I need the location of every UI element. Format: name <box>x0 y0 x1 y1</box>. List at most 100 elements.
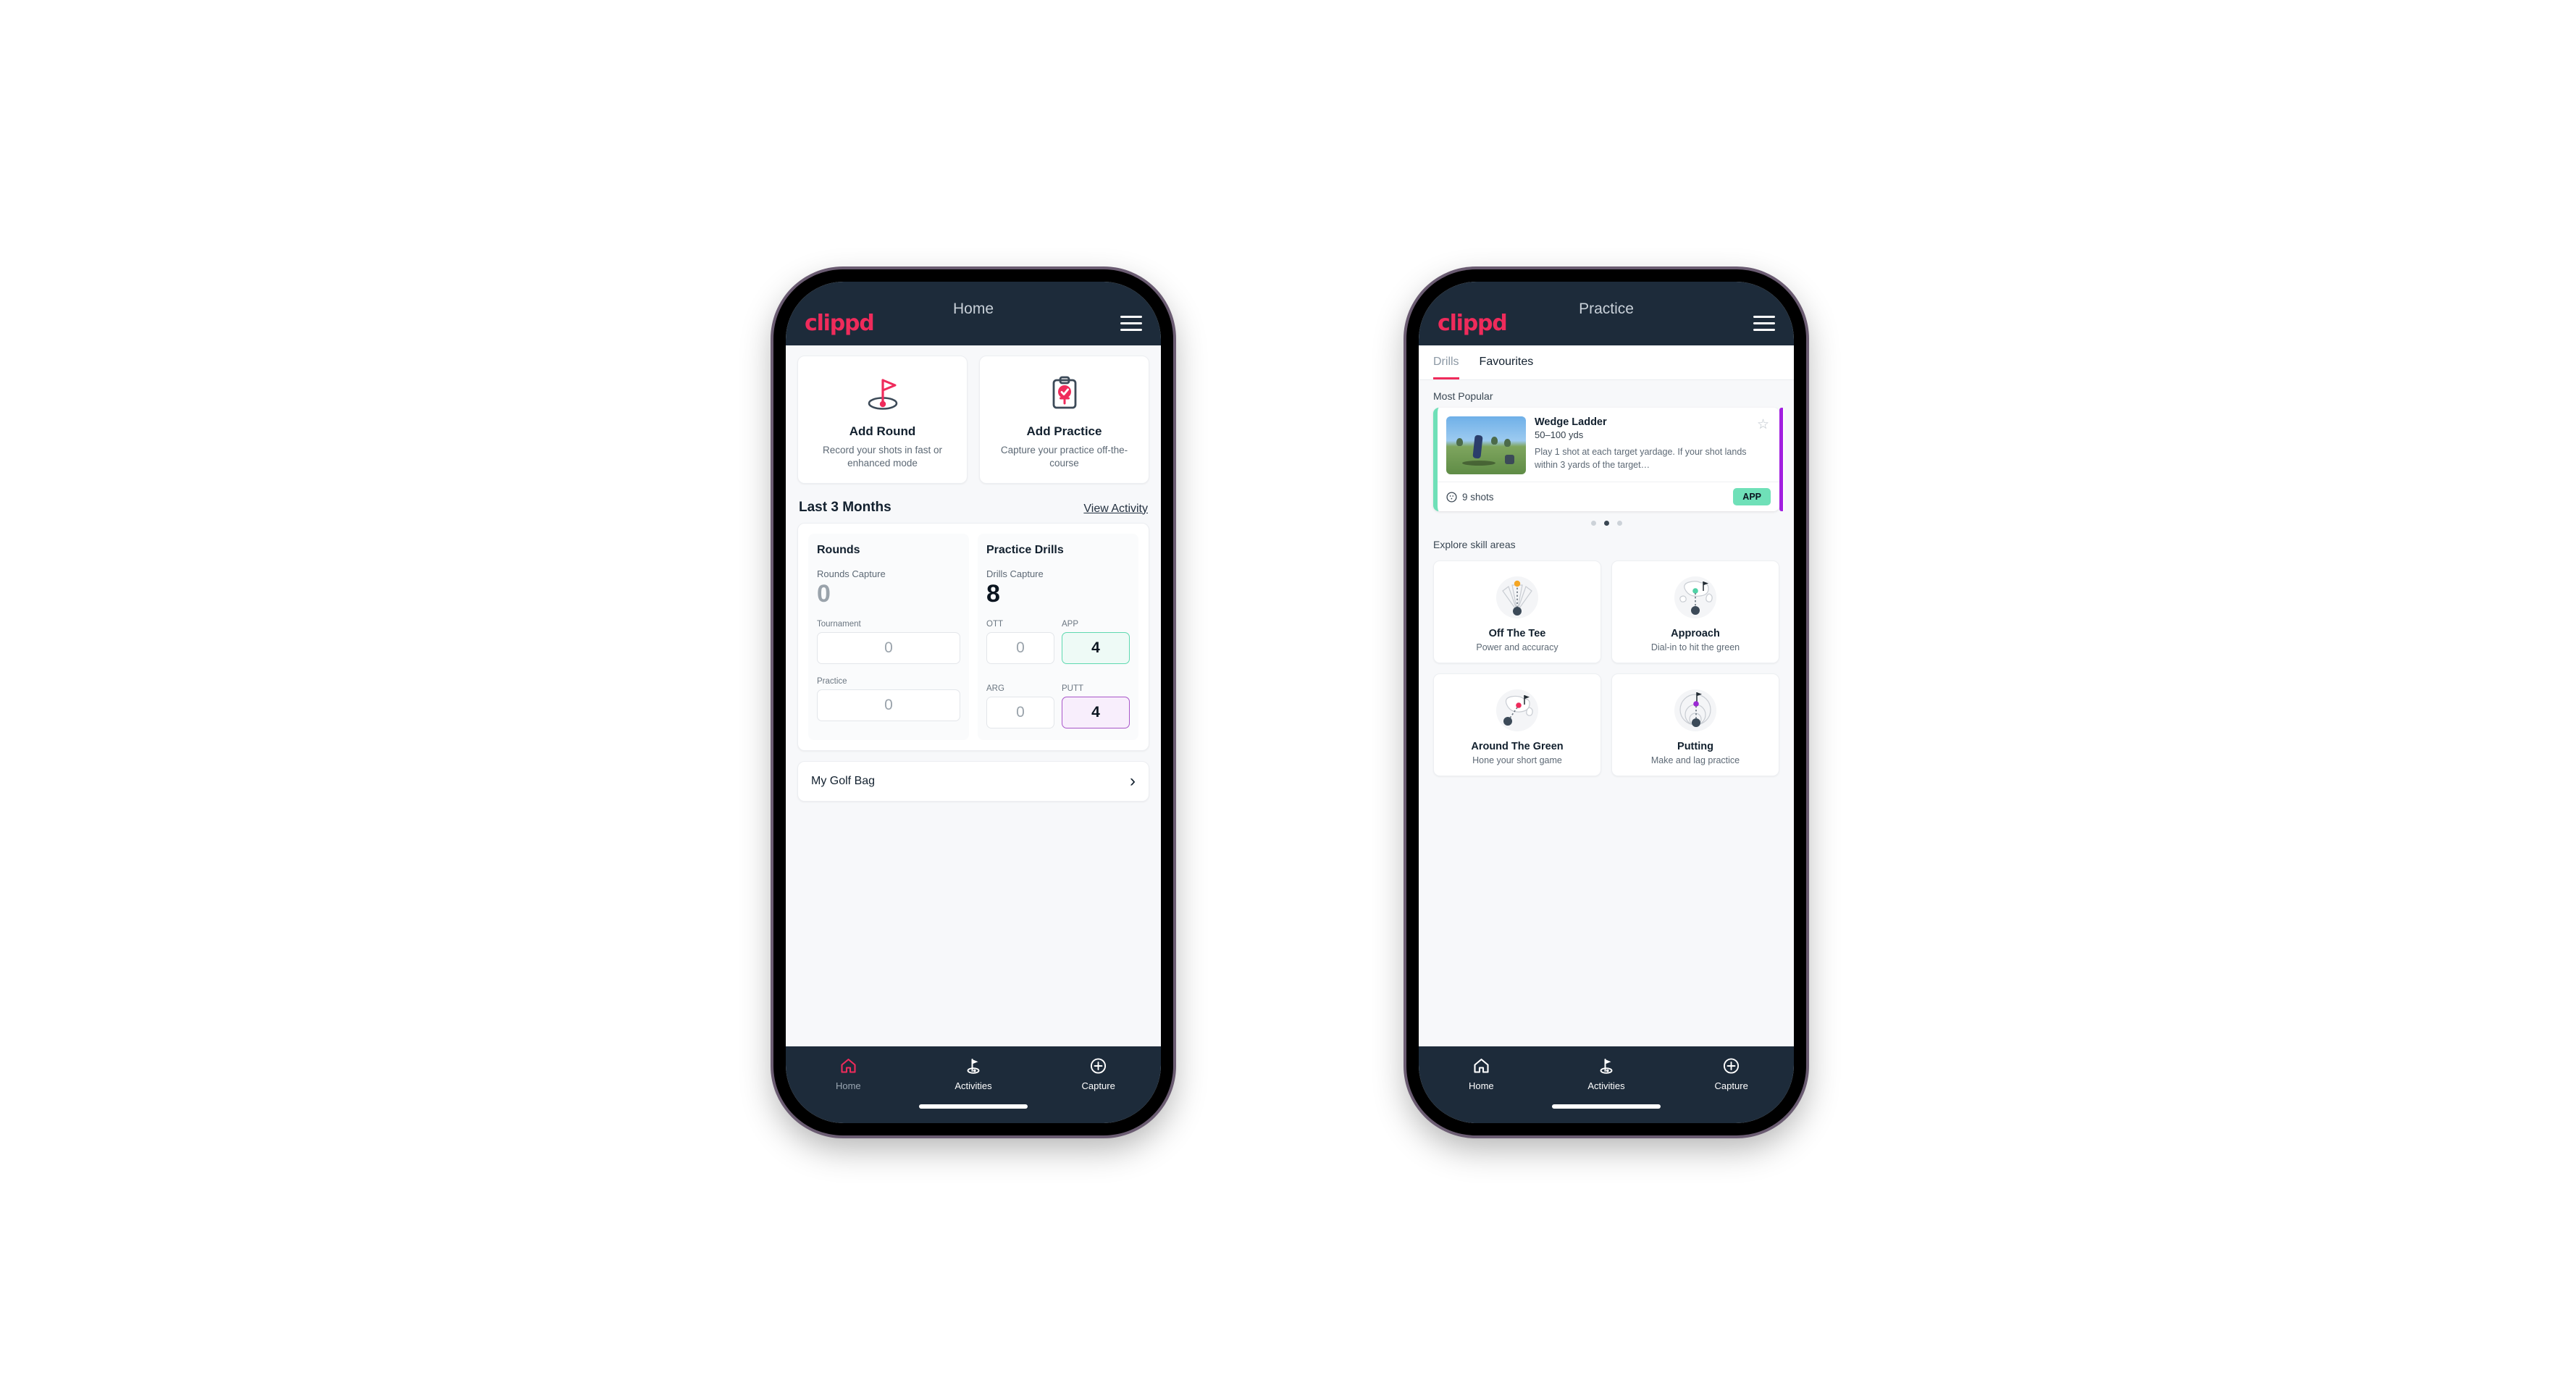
home-icon <box>786 1057 911 1075</box>
drills-capture-label: Drills Capture <box>986 568 1044 579</box>
explore-skill-areas-label: Explore skill areas <box>1433 539 1516 550</box>
tournament-value[interactable]: 0 <box>817 632 960 665</box>
practice-body: Most Popular Wedge Ladder 50–100 yds Pla… <box>1419 380 1794 1046</box>
tab-activities-label: Activities <box>955 1080 992 1091</box>
section-title: Last 3 Months <box>799 499 891 515</box>
skill-sub: Dial-in to hit the green <box>1650 642 1740 652</box>
drill-shots: 9 shots <box>1446 492 1494 503</box>
last-3-months-header: Last 3 Months View Activity <box>786 484 1161 523</box>
carousel-dot[interactable] <box>1590 521 1596 526</box>
practice-label: Practice <box>817 677 847 686</box>
app-label: APP <box>1062 620 1079 629</box>
skill-name: Off The Tee <box>1488 628 1546 639</box>
tab-drills[interactable]: Drills <box>1433 356 1459 379</box>
hamburger-menu-icon[interactable] <box>1120 315 1142 331</box>
tournament-label: Tournament <box>817 620 861 629</box>
drill-description: Play 1 shot at each target yardage. If y… <box>1535 447 1747 470</box>
tab-capture-label: Capture <box>1714 1080 1748 1091</box>
around-green-icon <box>1440 684 1595 736</box>
home-body: Add Round Record your shots in fast or e… <box>786 345 1161 1046</box>
golf-flag-pin-icon <box>805 371 960 416</box>
skill-card-off-the-tee[interactable]: Off The Tee Power and accuracy <box>1433 560 1601 663</box>
app-value[interactable]: 4 <box>1062 632 1130 665</box>
golf-ball-icon <box>1446 491 1457 503</box>
tab-home[interactable]: Home <box>786 1057 911 1091</box>
my-golf-bag-row[interactable]: My Golf Bag › <box>797 761 1149 802</box>
my-golf-bag-label: My Golf Bag <box>811 775 876 788</box>
putt-label: PUTT <box>1062 684 1084 694</box>
skill-name: Putting <box>1677 741 1713 752</box>
drill-card-wedge-ladder[interactable]: Wedge Ladder 50–100 yds Play 1 shot at e… <box>1433 408 1779 511</box>
skill-sub: Hone your short game <box>1472 755 1562 765</box>
drill-category-badge: APP <box>1733 488 1771 505</box>
ott-value[interactable]: 0 <box>986 632 1054 665</box>
plus-circle-icon <box>1669 1057 1794 1075</box>
tab-activities[interactable]: Activities <box>1544 1057 1669 1091</box>
home-icon <box>1419 1057 1544 1075</box>
home-indicator <box>1552 1104 1661 1109</box>
practice-tabbar: Home Activities Capture <box>1419 1046 1794 1123</box>
skill-name: Around The Green <box>1471 741 1564 752</box>
star-outline-icon[interactable]: ☆ <box>1757 416 1769 433</box>
drill-carousel[interactable]: Wedge Ladder 50–100 yds Play 1 shot at e… <box>1419 408 1794 511</box>
arg-value[interactable]: 0 <box>986 697 1054 729</box>
phone-mockup-practice: clippd Practice Drills Favourites Most P… <box>1406 269 1806 1135</box>
approach-green-icon <box>1618 571 1773 623</box>
tab-capture[interactable]: Capture <box>1036 1057 1161 1091</box>
tab-home-label: Home <box>835 1080 861 1091</box>
drill-yardage: 50–100 yds <box>1535 429 1584 440</box>
home-tabbar: Home Activities Capture <box>786 1046 1161 1123</box>
add-round-card[interactable]: Add Round Record your shots in fast or e… <box>797 356 968 484</box>
golf-flag-icon <box>911 1057 1036 1075</box>
plus-circle-icon <box>1036 1057 1161 1075</box>
add-round-subtitle: Record your shots in fast or enhanced mo… <box>822 445 943 469</box>
add-practice-card[interactable]: Add Practice Capture your practice off-t… <box>979 356 1149 484</box>
carousel-dot[interactable] <box>1616 521 1622 526</box>
carousel-dot-active[interactable] <box>1603 521 1609 526</box>
hamburger-menu-icon[interactable] <box>1753 315 1775 331</box>
rounds-column: Rounds Rounds Capture 0 Tournament 0 Pra… <box>808 533 969 741</box>
putting-rings-icon <box>1618 684 1773 736</box>
home-screen: clippd Home Add Round Record your shots … <box>786 282 1161 1123</box>
drills-heading: Practice Drills <box>986 543 1064 556</box>
add-round-title: Add Round <box>849 424 916 438</box>
tee-shot-fan-icon <box>1440 571 1595 623</box>
skill-sub: Make and lag practice <box>1650 755 1740 765</box>
putt-value[interactable]: 4 <box>1062 697 1130 729</box>
drills-column: Practice Drills Drills Capture 8 OTT 0 A… <box>978 533 1138 741</box>
drill-card-footer: 9 shots APP <box>1438 482 1779 511</box>
home-appbar: clippd Home <box>786 282 1161 345</box>
phone-mockup-home: clippd Home Add Round Record your shots … <box>773 269 1173 1135</box>
skill-areas-grid: Off The Tee Power and accuracy Approach … <box>1419 556 1794 776</box>
most-popular-label: Most Popular <box>1433 390 1493 402</box>
tab-activities[interactable]: Activities <box>911 1057 1036 1091</box>
phone-notch <box>1552 269 1661 277</box>
carousel-dots[interactable] <box>1419 511 1794 529</box>
page-title: Practice <box>1579 301 1634 317</box>
practice-value[interactable]: 0 <box>817 689 960 722</box>
rounds-capture-value: 0 <box>817 579 831 608</box>
tab-home[interactable]: Home <box>1419 1057 1544 1091</box>
tab-home-label: Home <box>1468 1080 1494 1091</box>
chevron-right-icon: › <box>1130 771 1136 791</box>
quick-actions-row: Add Round Record your shots in fast or e… <box>786 345 1161 484</box>
tab-activities-label: Activities <box>1587 1080 1625 1091</box>
screenshot-canvas: clippd Home Add Round Record your shots … <box>0 0 2576 1386</box>
next-card-peek[interactable] <box>1779 408 1784 511</box>
ott-label: OTT <box>986 620 1003 629</box>
rounds-capture-label: Rounds Capture <box>817 568 886 579</box>
view-activity-link[interactable]: View Activity <box>1083 503 1148 516</box>
skill-card-around-the-green[interactable]: Around The Green Hone your short game <box>1433 673 1601 776</box>
skill-card-putting[interactable]: Putting Make and lag practice <box>1611 673 1779 776</box>
page-title: Home <box>952 301 994 317</box>
drill-card-top: Wedge Ladder 50–100 yds Play 1 shot at e… <box>1438 408 1779 482</box>
tab-capture[interactable]: Capture <box>1669 1057 1794 1091</box>
skill-name: Approach <box>1671 628 1720 639</box>
tab-favourites[interactable]: Favourites <box>1480 356 1534 379</box>
home-indicator <box>919 1104 1028 1109</box>
skill-card-approach[interactable]: Approach Dial-in to hit the green <box>1611 560 1779 663</box>
drills-capture-value: 8 <box>986 579 1000 608</box>
drill-thumbnail <box>1446 416 1526 474</box>
add-practice-subtitle: Capture your practice off-the-course <box>1000 445 1128 469</box>
stats-card: Rounds Rounds Capture 0 Tournament 0 Pra… <box>797 522 1149 752</box>
